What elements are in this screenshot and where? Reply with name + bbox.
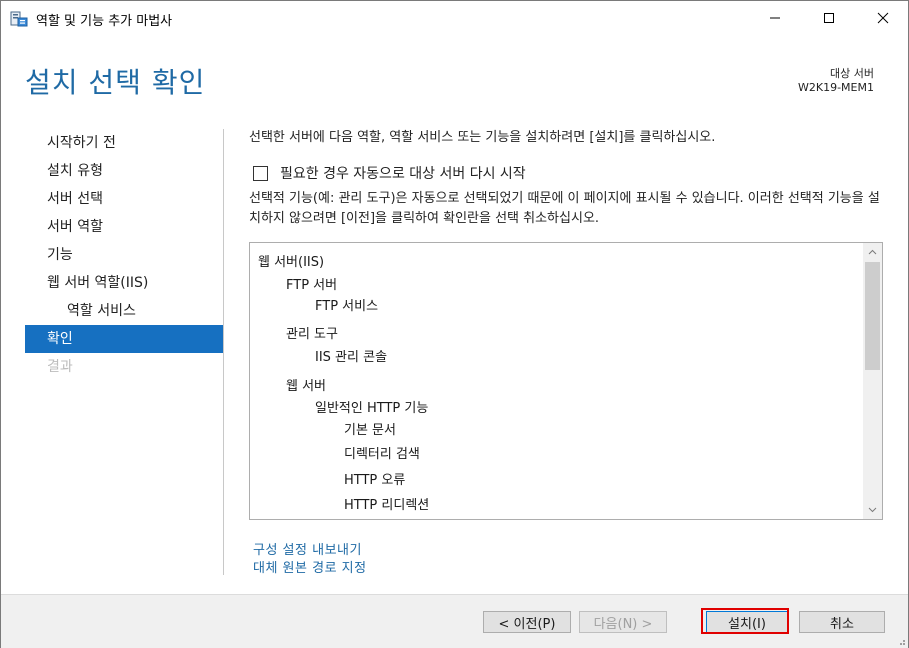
resize-grip-icon[interactable] [896,636,906,646]
nav-item-server-selection[interactable]: 서버 선택 [25,185,223,213]
wizard-window: 역할 및 기능 추가 마법사 설치 선택 확인 대상 서버 W2K19-MEM1… [0,0,909,648]
restart-option: 필요한 경우 자동으로 대상 서버 다시 시작 [253,163,526,183]
restart-checkbox[interactable] [253,165,268,181]
cancel-button[interactable]: 취소 [799,611,885,633]
list-item: 웹 서버 [286,379,327,394]
server-manager-icon [10,11,28,27]
minimize-icon [770,17,780,19]
chevron-up-icon [868,249,877,255]
window-title: 역할 및 기능 추가 마법사 [36,14,173,29]
list-item: 관리 도구 [286,327,338,342]
nav-item-confirmation[interactable]: 확인 [25,325,223,353]
install-button[interactable]: 설치(I) [706,611,788,633]
nav-item-server-roles[interactable]: 서버 역할 [25,213,223,241]
export-settings-link[interactable]: 구성 설정 내보내기 [253,539,362,558]
wizard-nav: 시작하기 전 설치 유형 서버 선택 서버 역할 기능 웹 서버 역할(IIS)… [25,129,223,381]
scroll-up-button[interactable] [863,243,882,261]
selection-list-items: 웹 서버(IIS) FTP 서버 FTP 서비스 관리 도구 IIS 관리 콘솔… [250,243,862,519]
restart-label[interactable]: 필요한 경우 자동으로 대상 서버 다시 시작 [280,163,526,183]
nav-item-before-you-begin[interactable]: 시작하기 전 [25,129,223,157]
list-item: HTTP 리디렉션 [344,498,430,513]
nav-item-web-server-role[interactable]: 웹 서버 역할(IIS) [25,269,223,297]
vertical-scrollbar[interactable] [863,243,882,519]
list-item: 기본 문서 [344,423,396,438]
selection-list[interactable]: 웹 서버(IIS) FTP 서버 FTP 서비스 관리 도구 IIS 관리 콘솔… [249,242,883,520]
list-item: 일반적인 HTTP 기능 [315,401,429,416]
maximize-icon [824,13,834,23]
nav-item-installation-type[interactable]: 설치 유형 [25,157,223,185]
button-bar: < 이전(P) 다음(N) > 설치(I) 취소 [1,594,908,648]
nav-item-features[interactable]: 기능 [25,241,223,269]
nav-divider [223,129,224,575]
destination-server-name: W2K19-MEM1 [798,81,874,94]
close-button[interactable] [858,1,908,35]
maximize-button[interactable] [804,1,854,35]
nav-item-role-services[interactable]: 역할 서비스 [25,297,223,325]
minimize-button[interactable] [750,1,800,35]
close-icon [877,12,889,24]
chevron-down-icon [868,507,877,513]
page-title: 설치 선택 확인 [25,66,206,99]
alternate-source-link[interactable]: 대체 원본 경로 지정 [253,557,367,576]
scroll-down-button[interactable] [863,501,882,519]
list-item: 웹 서버(IIS) [258,255,325,270]
list-item: 디렉터리 검색 [344,447,420,462]
previous-button[interactable]: < 이전(P) [483,611,571,633]
scroll-thumb[interactable] [865,262,880,370]
optional-features-description: 선택적 기능(예: 관리 도구)은 자동으로 선택되었기 때문에 이 페이지에 … [249,191,880,226]
intro-text: 선택한 서버에 다음 역할, 역할 서비스 또는 기능을 설치하려면 [설치]를… [249,130,716,145]
next-button: 다음(N) > [579,611,667,633]
list-item: IIS 관리 콘솔 [315,350,388,365]
title-bar: 역할 및 기능 추가 마법사 [1,1,908,37]
list-item: HTTP 오류 [344,473,406,488]
main-content: 선택한 서버에 다음 역할, 역할 서비스 또는 기능을 설치하려면 [설치]를… [249,129,885,576]
nav-item-results: 결과 [47,359,73,375]
list-item: FTP 서버 [286,278,338,293]
destination-server-label: 대상 서버 [830,67,874,80]
list-item: FTP 서비스 [315,299,379,314]
